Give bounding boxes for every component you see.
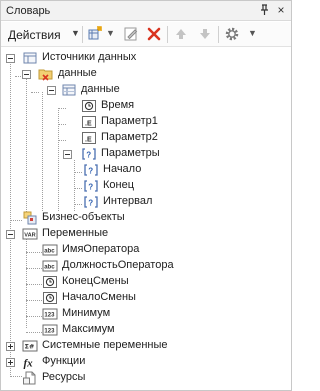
parameter-icon: ? <box>83 194 99 210</box>
tree-item-resources[interactable]: Ресурсы <box>1 370 291 386</box>
expand-toggle[interactable] <box>6 342 15 351</box>
parameter-icon: ? <box>83 178 99 194</box>
variables-icon: VAR <box>22 226 38 242</box>
clock-icon <box>42 274 58 290</box>
tree-item-param-end[interactable]: ? Конец <box>1 178 291 194</box>
chevron-down-icon: ▼ <box>248 28 257 38</box>
svg-text:123: 123 <box>44 329 55 335</box>
panel-titlebar: Словарь × <box>1 1 291 21</box>
tree-item-system-variables[interactable]: Σ# Системные переменные <box>1 338 291 354</box>
delete-button[interactable] <box>146 26 162 42</box>
svg-text:.E: .E <box>85 121 92 128</box>
tree-item-var-operator-position[interactable]: abc ДолжностьОператора <box>1 258 291 274</box>
toolbar-separator <box>218 26 219 43</box>
svg-text:?: ? <box>86 151 91 160</box>
tree-item-data-table[interactable]: данные <box>1 82 291 98</box>
tree-item-var-max[interactable]: 123 Максимум <box>1 322 291 338</box>
move-down-button[interactable] <box>197 26 213 42</box>
tree-item-variables[interactable]: VAR Переменные <box>1 226 291 242</box>
collapse-toggle[interactable] <box>6 230 15 239</box>
clock-icon <box>81 98 97 114</box>
tree-item-var-shift-start[interactable]: НачалоСмены <box>1 290 291 306</box>
string-variable-icon: abc <box>42 242 58 258</box>
svg-text:?: ? <box>88 167 93 176</box>
collapse-toggle[interactable] <box>47 86 56 95</box>
svg-text:123: 123 <box>44 313 55 319</box>
svg-text:Σ#: Σ# <box>25 343 35 351</box>
actions-label: Действия <box>8 28 61 42</box>
function-icon: fx <box>22 354 38 370</box>
actions-menu-button[interactable]: Действия ▼ <box>4 25 80 45</box>
parameter-icon: ? <box>81 146 97 162</box>
tree-item-col-param1[interactable]: .E Параметр1 <box>1 114 291 130</box>
toolbar-separator <box>82 26 83 43</box>
tree-item-var-shift-end[interactable]: КонецСмены <box>1 274 291 290</box>
svg-text:?: ? <box>88 183 93 192</box>
collapse-toggle[interactable] <box>63 150 72 159</box>
edit-button[interactable] <box>123 26 139 42</box>
number-variable-icon: 123 <box>42 306 58 322</box>
tree-item-functions[interactable]: fx Функции <box>1 354 291 370</box>
dictionary-toolbar: Действия ▼ ▼ ▼ <box>1 22 291 47</box>
svg-text:.E: .E <box>85 137 92 144</box>
data-sources-icon <box>22 50 38 66</box>
edit-icon <box>124 27 138 41</box>
tree-item-param-start[interactable]: ? Начало <box>1 162 291 178</box>
tree-item-data-category[interactable]: данные <box>1 66 291 82</box>
pin-icon[interactable] <box>257 3 271 17</box>
parameter-icon: ? <box>83 162 99 178</box>
new-item-icon <box>87 26 103 42</box>
dictionary-tree: Источники данных данные данные Время .E … <box>1 48 291 390</box>
data-category-icon <box>38 66 54 82</box>
panel-title: Словарь <box>6 5 51 17</box>
toolbar-separator <box>167 26 168 43</box>
clock-icon <box>42 290 58 306</box>
tree-item-business-objects[interactable]: Бизнес-объекты <box>1 210 291 226</box>
tree-item-col-param2[interactable]: .E Параметр2 <box>1 130 291 146</box>
field-icon: .E <box>81 130 97 146</box>
business-objects-icon <box>22 210 38 226</box>
svg-text:fx: fx <box>24 358 34 370</box>
table-icon <box>61 82 77 98</box>
close-icon[interactable]: × <box>274 3 288 17</box>
dictionary-panel: Словарь × Действия ▼ ▼ ▼ Источники данны… <box>0 0 292 391</box>
tree-item-var-min[interactable]: 123 Минимум <box>1 306 291 322</box>
string-variable-icon: abc <box>42 258 58 274</box>
number-variable-icon: 123 <box>42 322 58 338</box>
field-icon: .E <box>81 114 97 130</box>
expand-toggle[interactable] <box>6 358 15 367</box>
tree-item-param-interval[interactable]: ? Интервал <box>1 194 291 210</box>
tree-item-var-operator-name[interactable]: abc ИмяОператора <box>1 242 291 258</box>
svg-text:abc: abc <box>44 249 55 255</box>
arrow-up-icon <box>176 29 186 39</box>
svg-text:?: ? <box>88 199 93 208</box>
chevron-down-icon: ▼ <box>71 28 80 38</box>
svg-text:abc: abc <box>44 265 55 271</box>
tree-item-data-sources[interactable]: Источники данных <box>1 50 291 66</box>
arrow-down-icon <box>200 29 210 39</box>
system-variables-icon: Σ# <box>22 338 38 354</box>
move-up-button[interactable] <box>173 26 189 42</box>
tree-item-params[interactable]: ? Параметры <box>1 146 291 162</box>
resources-icon <box>22 370 38 386</box>
tree-item-col-time[interactable]: Время <box>1 98 291 114</box>
collapse-toggle[interactable] <box>22 70 31 79</box>
svg-text:VAR: VAR <box>24 233 35 239</box>
chevron-down-icon: ▼ <box>106 28 115 38</box>
delete-icon <box>147 27 161 41</box>
new-item-button[interactable]: ▼ <box>87 25 115 44</box>
gear-icon <box>224 26 240 42</box>
collapse-toggle[interactable] <box>6 54 15 63</box>
settings-button[interactable]: ▼ <box>224 25 258 44</box>
